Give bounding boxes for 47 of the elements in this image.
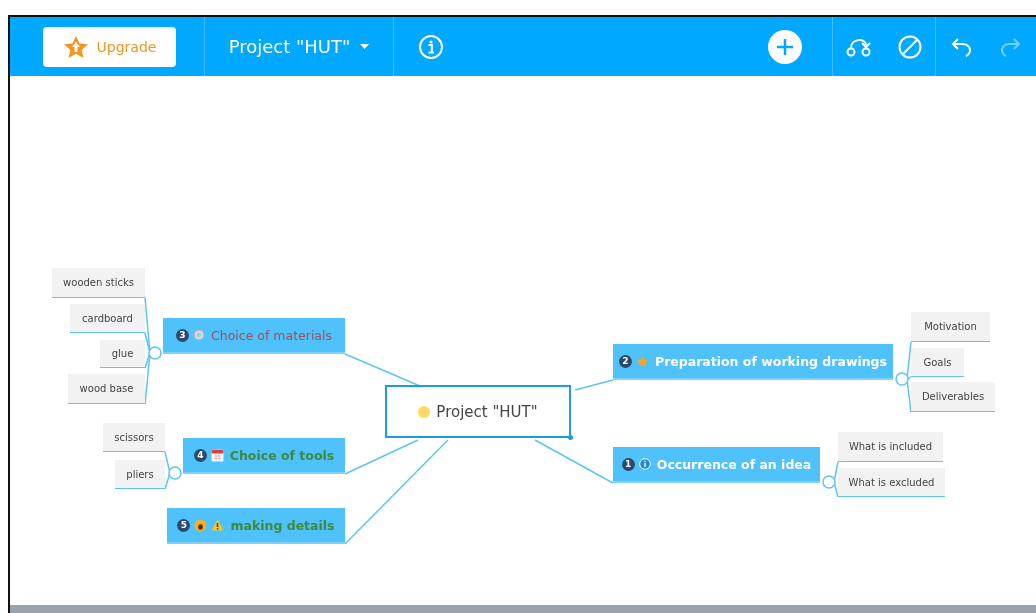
gear-icon: [193, 329, 205, 341]
prohibited-icon[interactable]: [897, 33, 923, 60]
priority-badge: 1: [621, 457, 635, 471]
caret-icon: [360, 43, 370, 50]
central-topic[interactable]: Project "HUT": [385, 385, 571, 438]
priority-badge: 3: [176, 328, 189, 342]
add-button[interactable]: [768, 29, 802, 64]
collapse-handle[interactable]: [822, 475, 836, 489]
subtopic-node[interactable]: Motivation: [911, 312, 990, 342]
calendar-icon: [210, 448, 224, 462]
info-icon[interactable]: [418, 33, 444, 60]
warning-icon: [211, 519, 225, 531]
topic-label: making details: [230, 517, 335, 533]
subtopic-node[interactable]: Goals: [911, 348, 964, 377]
topic-node[interactable]: 1 Occurrence of an idea: [613, 447, 820, 483]
priority-badge: 2: [619, 354, 632, 368]
connector-line: [574, 379, 614, 391]
collapse-handle[interactable]: [168, 466, 182, 480]
topic-node[interactable]: 3 Choice of materials: [163, 318, 345, 354]
topic-node[interactable]: 4 Choice of tools: [183, 438, 345, 474]
topic-label: Occurrence of an idea: [656, 456, 812, 472]
central-topic-label: Project "HUT": [436, 402, 538, 421]
star-icon: [62, 34, 89, 59]
topic-label: Choice of materials: [211, 327, 332, 343]
topic-node[interactable]: 2 Preparation of working drawings: [613, 344, 893, 380]
subtopic-node[interactable]: pliers: [115, 460, 165, 489]
priority-badge: 5: [177, 518, 191, 532]
subtopic-node[interactable]: Deliverables: [911, 382, 995, 412]
horizontal-scrollbar[interactable]: [10, 605, 1036, 613]
subtopic-node[interactable]: wooden sticks: [52, 268, 145, 298]
subtopic-node[interactable]: wood base: [68, 374, 145, 404]
subtopic-node[interactable]: What is excluded: [838, 468, 945, 497]
bullet-icon: [418, 405, 431, 418]
resize-handle[interactable]: [568, 435, 573, 440]
subtopic-node[interactable]: glue: [100, 340, 145, 368]
subtopic-node[interactable]: scissors: [103, 423, 165, 452]
info-icon: [638, 458, 651, 470]
topic-label: Preparation of working drawings: [655, 353, 887, 369]
topic-node[interactable]: 5 making details: [167, 508, 345, 544]
topic-label: Choice of tools: [229, 447, 335, 463]
collapse-handle[interactable]: [148, 346, 162, 360]
subtopic-node[interactable]: cardboard: [70, 304, 145, 333]
priority-badge: 4: [193, 448, 207, 462]
collapse-handle[interactable]: [895, 372, 909, 386]
subtopic-node[interactable]: What is included: [838, 432, 943, 462]
star-icon: [636, 354, 649, 368]
emoji-icon: [194, 518, 208, 532]
